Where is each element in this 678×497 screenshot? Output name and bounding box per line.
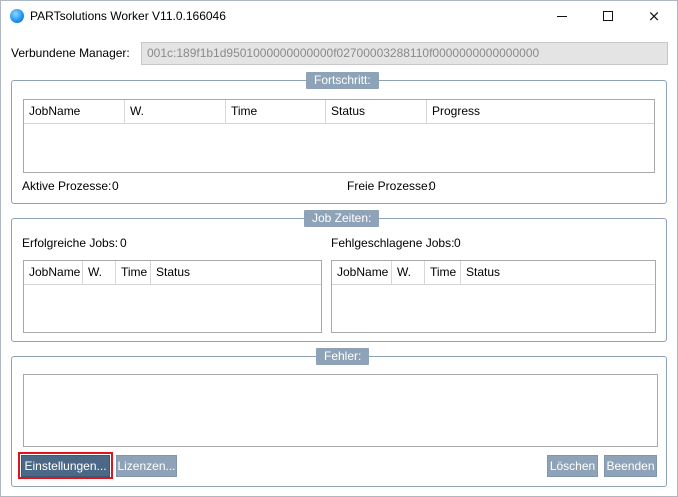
successful-jobs-table-header: JobName W. Time Status [24,261,321,285]
column-header-jobname[interactable]: JobName [332,261,392,285]
app-logo-icon [10,9,24,23]
column-header-time[interactable]: Time [116,261,151,285]
active-processes-value: 0 [112,179,119,193]
quit-button[interactable]: Beenden [604,455,657,477]
errors-group-title: Fehler: [316,348,370,365]
successful-jobs-value: 0 [120,236,127,250]
errors-group: Fehler: Einstellungen... Lizenzen... Lös… [11,348,667,487]
close-icon: × [647,6,661,25]
failed-jobs-table-header: JobName W. Time Status [332,261,655,285]
failed-jobs-value: 0 [454,236,461,250]
progress-table[interactable]: JobName W. Time Status Progress [23,99,655,173]
maximize-button[interactable] [585,1,631,31]
close-button[interactable]: × [631,1,677,31]
successful-jobs-label: Erfolgreiche Jobs: [22,236,119,250]
licenses-button[interactable]: Lizenzen... [116,455,177,477]
title-bar: PARTsolutions Worker V11.0.166046 × [1,1,677,31]
window-title: PARTsolutions Worker V11.0.166046 [30,9,226,23]
progress-group: Fortschritt: JobName W. Time Status Prog… [11,72,667,204]
minimize-button[interactable] [539,1,585,31]
successful-jobs-table[interactable]: JobName W. Time Status [23,260,322,333]
failed-jobs-table[interactable]: JobName W. Time Status [331,260,656,333]
column-header-worker[interactable]: W. [83,261,116,285]
manager-id-field[interactable]: 001c:189f1b1d9501000000000000f0270000328… [141,42,668,65]
active-processes-label: Aktive Prozesse: [22,179,112,193]
column-header-progress[interactable]: Progress [427,100,654,124]
free-processes-label: Freie Prozesse: [347,179,432,193]
column-header-status[interactable]: Status [326,100,427,124]
job-times-group: Job Zeiten: Erfolgreiche Jobs: 0 Fehlges… [11,210,667,342]
progress-group-title: Fortschritt: [306,72,379,89]
manager-label: Verbundene Manager: [11,46,130,60]
errors-list[interactable] [23,374,658,447]
worker-window: PARTsolutions Worker V11.0.166046 × Verb… [0,0,678,497]
column-header-jobname[interactable]: JobName [24,100,125,124]
column-header-status[interactable]: Status [151,261,321,285]
job-times-group-title: Job Zeiten: [304,210,380,227]
minimize-icon [557,15,567,17]
maximize-icon [603,11,613,21]
settings-button[interactable]: Einstellungen... [21,455,110,477]
delete-button[interactable]: Löschen [547,455,598,477]
column-header-time[interactable]: Time [425,261,461,285]
column-header-worker[interactable]: W. [392,261,425,285]
failed-jobs-label: Fehlgeschlagene Jobs: [331,236,455,250]
column-header-status[interactable]: Status [461,261,655,285]
column-header-worker[interactable]: W. [125,100,226,124]
free-processes-value: 0 [429,179,436,193]
column-header-time[interactable]: Time [226,100,326,124]
progress-table-header: JobName W. Time Status Progress [24,100,654,124]
column-header-jobname[interactable]: JobName [24,261,83,285]
